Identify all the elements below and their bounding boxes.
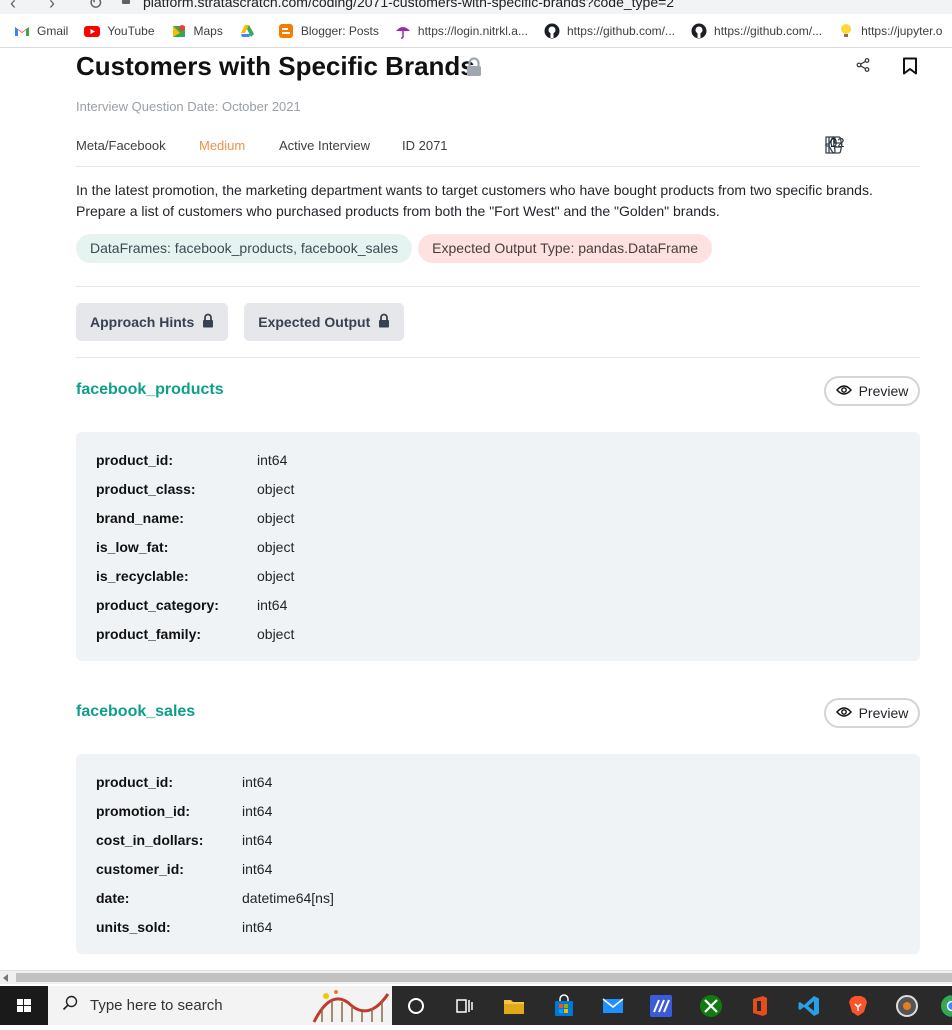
schema-row: cost_in_dollars:int64 [96, 825, 900, 854]
hint-buttons: Approach Hints Expected Output [76, 303, 404, 341]
status-label: Active Interview [279, 138, 370, 153]
schema-facebook-sales: product_id:int64 promotion_id:int64 cost… [76, 754, 920, 954]
url-text[interactable]: platform.stratascratch.com/coding/2071-c… [143, 0, 674, 10]
schema-row: is_low_fat:object [96, 532, 900, 561]
windows-taskbar: Type here to search [0, 986, 952, 1025]
schema-row: units_sold:int64 [96, 912, 900, 941]
start-button[interactable] [0, 986, 48, 1025]
vscode-icon[interactable] [797, 994, 821, 1018]
schema-row: product_id:int64 [96, 445, 900, 474]
chrome-icon[interactable] [940, 994, 952, 1018]
xbox-icon[interactable] [699, 994, 723, 1018]
table-title-facebook-sales: facebook_sales [76, 703, 195, 721]
taskbar-search[interactable]: Type here to search [48, 986, 392, 1025]
store-icon[interactable] [552, 994, 576, 1018]
schema-row: date:datetime64[ns] [96, 883, 900, 912]
bookmark-drive[interactable] [239, 23, 262, 39]
bookmark-jupyter[interactable]: https://jupyter.o [838, 23, 942, 39]
title-row: Customers with Specific Brands [76, 48, 920, 88]
bookmark-maps[interactable]: Maps [171, 23, 223, 39]
preview-button[interactable]: Preview [824, 698, 920, 728]
blogger-icon [278, 23, 294, 39]
eye-icon [836, 383, 852, 399]
rollercoaster-icon [312, 988, 390, 1029]
windows-logo-icon [0, 986, 48, 1025]
drive-icon [239, 23, 255, 39]
question-tags: DataFrames: facebook_products, facebook_… [76, 234, 712, 263]
file-explorer-icon[interactable] [502, 994, 526, 1018]
company-label[interactable]: Meta/Facebook [76, 138, 166, 153]
question-id: ID 2071 [402, 138, 448, 153]
page-title: Customers with Specific Brands [76, 51, 475, 82]
difficulty-label: Medium [199, 138, 245, 153]
brave-icon[interactable] [846, 994, 870, 1018]
bookmark-github-1[interactable]: https://github.com/... [544, 23, 675, 39]
bookmark-github-2[interactable]: https://github.com/... [691, 23, 822, 39]
lightbulb-icon [838, 23, 854, 39]
share-icon[interactable] [856, 58, 870, 77]
bookmark-icon[interactable] [902, 57, 918, 80]
eye-icon [836, 705, 852, 721]
lock-icon [465, 57, 483, 82]
preview-button[interactable]: Preview [824, 376, 920, 406]
question-description: In the latest promotion, the marketing d… [76, 180, 920, 221]
gmail-icon [14, 23, 30, 39]
youtube-icon [84, 23, 100, 39]
dislike-count: 0 [830, 135, 837, 150]
office-icon[interactable] [748, 994, 772, 1018]
app-icon[interactable] [649, 994, 673, 1018]
table-title-facebook-products: facebook_products [76, 381, 224, 399]
cortana-icon[interactable] [404, 994, 428, 1018]
search-icon [62, 995, 78, 1016]
bookmarks-bar: Gmail YouTube Maps Blogger: Posts https:… [0, 14, 952, 48]
interview-date: Interview Question Date: October 2021 [76, 99, 301, 114]
bookmark-gmail[interactable]: Gmail [14, 23, 68, 39]
task-view-icon[interactable] [452, 994, 476, 1018]
media-player-icon[interactable] [895, 994, 919, 1018]
schema-row: product_id:int64 [96, 767, 900, 796]
dataframes-tag: DataFrames: facebook_products, facebook_… [76, 234, 412, 263]
output-type-tag: Expected Output Type: pandas.DataFrame [418, 234, 712, 263]
schema-row: product_category:int64 [96, 590, 900, 619]
lock-icon [202, 313, 214, 331]
browser-address-bar[interactable]: ‹ › ↻ platform.stratascratch.com/coding/… [0, 0, 952, 14]
github-icon [544, 23, 560, 39]
divider [76, 286, 920, 287]
divider [76, 357, 920, 358]
lock-icon [378, 313, 390, 331]
approach-hints-button[interactable]: Approach Hints [76, 303, 228, 341]
maps-icon [171, 23, 187, 39]
bookmark-nitrkl[interactable]: https://login.nitrkl.a... [395, 23, 528, 39]
expected-output-button[interactable]: Expected Output [244, 303, 404, 341]
bookmark-youtube[interactable]: YouTube [84, 23, 154, 39]
schema-row: is_recyclable:object [96, 561, 900, 590]
question-meta: Meta/Facebook Medium Active Interview ID… [76, 138, 920, 166]
umbrella-icon [395, 23, 411, 39]
divider [76, 166, 920, 167]
scrollbar-thumb[interactable] [16, 973, 952, 982]
schema-row: brand_name:object [96, 503, 900, 532]
bookmark-blogger[interactable]: Blogger: Posts [278, 23, 379, 39]
browser-nav-icons[interactable]: ‹ › ↻ [10, 0, 117, 14]
schema-facebook-products: product_id:int64 product_class:object br… [76, 432, 920, 661]
github-icon [691, 23, 707, 39]
schema-row: product_class:object [96, 474, 900, 503]
schema-row: promotion_id:int64 [96, 796, 900, 825]
site-info-icon[interactable] [122, 0, 130, 4]
horizontal-scrollbar[interactable] [0, 970, 952, 984]
schema-row: product_family:object [96, 619, 900, 648]
schema-row: customer_id:int64 [96, 854, 900, 883]
scroll-left-icon[interactable] [3, 974, 8, 982]
mail-icon[interactable] [601, 994, 625, 1018]
